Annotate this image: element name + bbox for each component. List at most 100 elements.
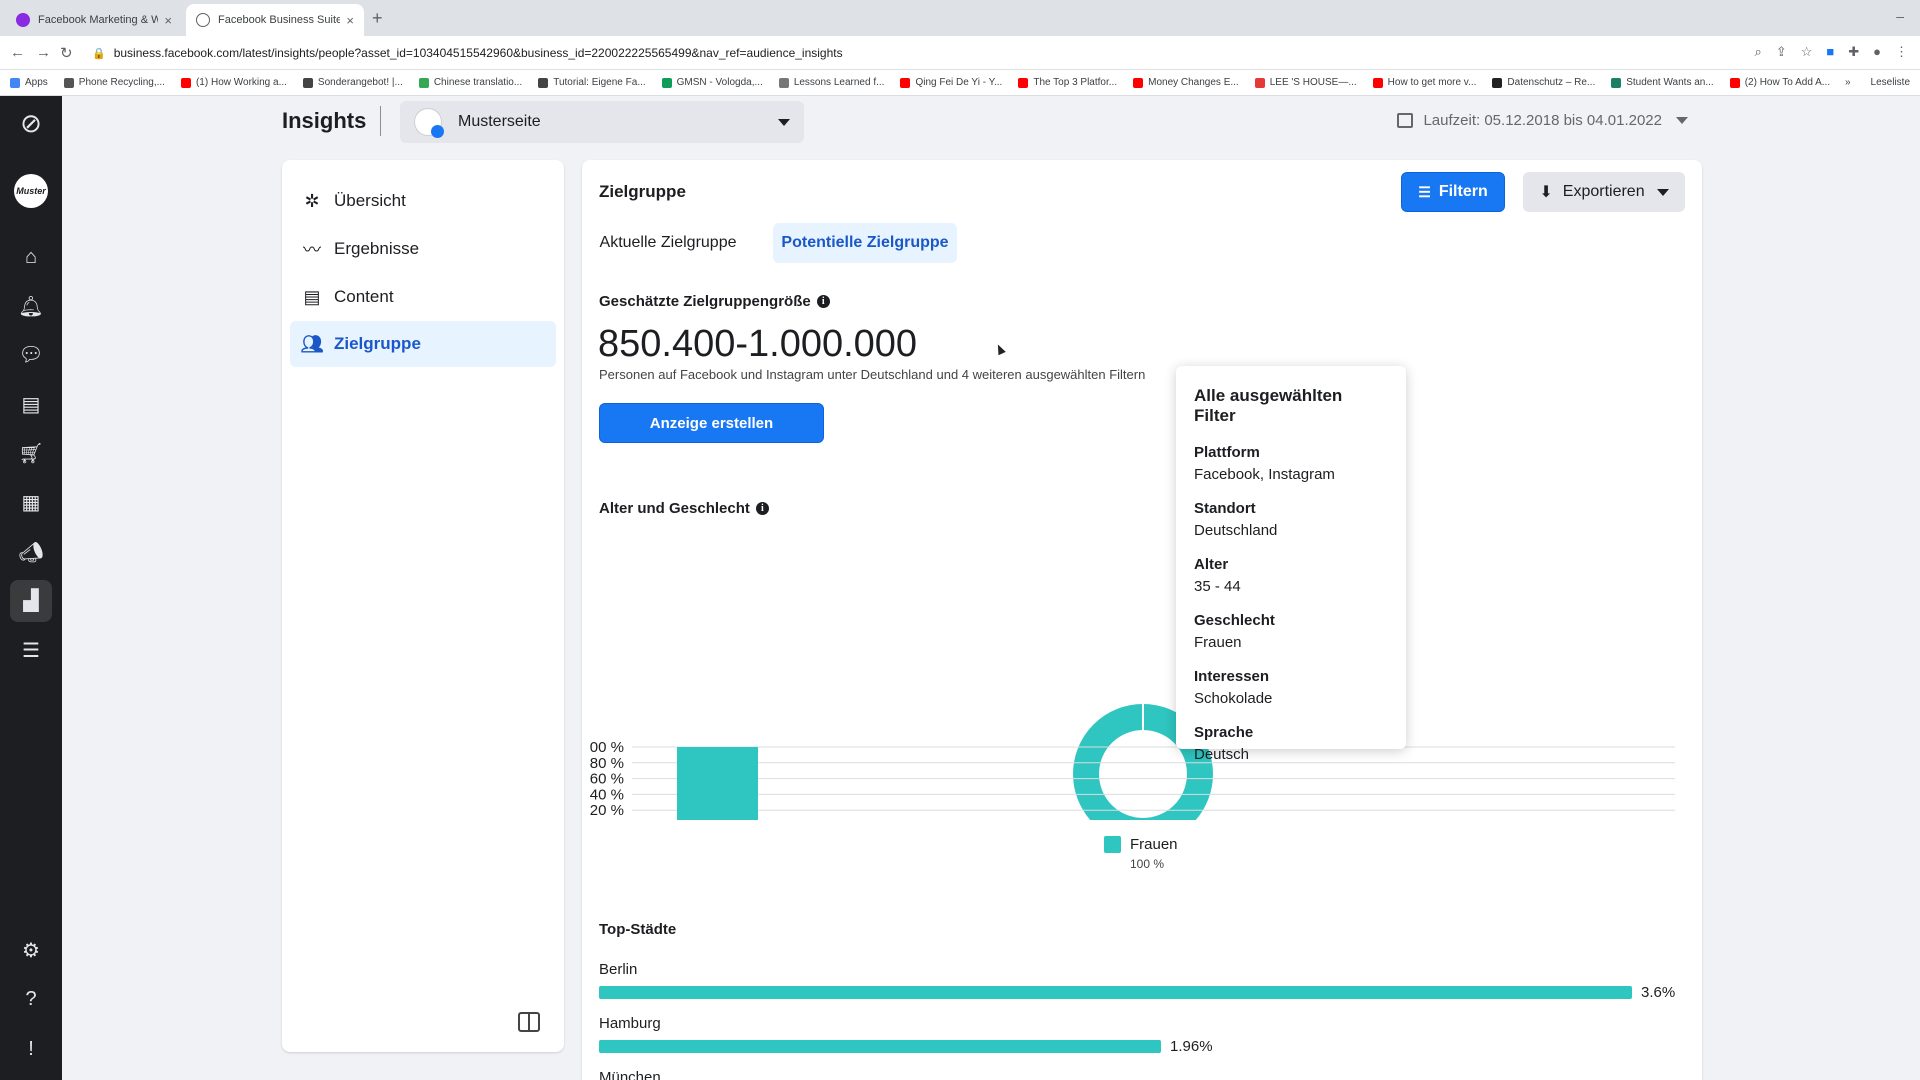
bookmark-item[interactable]: Chinese translatio... — [418, 77, 522, 88]
tab-potential-audience[interactable]: Potentielle Zielgruppe — [773, 223, 957, 263]
menu-icon[interactable]: ⋮ — [1895, 44, 1908, 60]
nav-item-content[interactable]: ▤ Content — [290, 274, 556, 320]
page-title: Insights — [282, 108, 367, 133]
date-range-picker[interactable]: Laufzeit: 05.12.2018 bis 04.01.2022 — [1397, 112, 1688, 129]
extensions-icon[interactable]: ✚ — [1848, 44, 1859, 60]
bookmark-label: Datenschutz – Re... — [1507, 77, 1596, 88]
y-tick-label: 20 % — [590, 802, 624, 819]
city-row: Berlin 3.6% — [599, 961, 1689, 1001]
nav-item-results[interactable]: 〰 Ergebnisse — [290, 226, 556, 272]
bookmark-favicon-icon — [1492, 77, 1503, 88]
bookmark-item[interactable]: Lessons Learned f... — [778, 77, 884, 88]
url-field[interactable]: 🔒 business.facebook.com/latest/insights/… — [92, 42, 1812, 64]
export-button[interactable]: ⬇ Exportieren — [1523, 172, 1685, 212]
bookmark-star-icon[interactable]: ☆ — [1801, 44, 1813, 60]
bookmark-label: LEE 'S HOUSE—... — [1269, 77, 1357, 88]
bookmark-item[interactable]: The Top 3 Platfor... — [1018, 77, 1117, 88]
city-row: München — [599, 1069, 1689, 1080]
tab-close-icon[interactable]: × — [346, 13, 354, 28]
bookmark-item[interactable]: (1) How Working a... — [180, 77, 287, 88]
age-gender-label: Alter und Geschlecht — [599, 500, 750, 517]
feedback-icon[interactable]: ! — [18, 1036, 44, 1062]
nav-item-overview[interactable]: ✲ Übersicht — [290, 178, 556, 224]
meta-logo-icon[interactable]: ⊘ — [18, 110, 44, 136]
tooltip-title: Alle ausgewählten Filter — [1194, 386, 1343, 425]
back-icon[interactable]: ← — [10, 44, 25, 61]
facebook-badge-icon — [431, 125, 444, 138]
tooltip-filter-item: Interessen Schokolade — [1194, 666, 1388, 710]
city-value: 1.96% — [1170, 1038, 1213, 1055]
chevron-down-icon — [1656, 188, 1669, 196]
bookmark-item[interactable]: Money Changes E... — [1133, 77, 1239, 88]
profile-icon[interactable]: ● — [1873, 44, 1881, 60]
filter-button[interactable]: ☰ Filtern — [1401, 172, 1505, 212]
posts-icon[interactable]: ▤ — [18, 392, 44, 418]
notifications-icon[interactable]: 🔔︎ — [18, 294, 44, 320]
more-bookmarks-icon[interactable]: » — [1845, 77, 1851, 88]
page-avatar-icon — [414, 108, 444, 138]
bookmark-item[interactable]: Qing Fei De Yi - Y... — [900, 77, 1002, 88]
info-icon[interactable]: i — [755, 502, 769, 515]
commerce-icon[interactable]: 🛒︎ — [18, 441, 44, 467]
overview-icon: ✲ — [304, 190, 320, 211]
facebook-extension-icon[interactable]: ■ — [1826, 44, 1834, 60]
share-icon[interactable]: ⇪ — [1776, 44, 1787, 60]
bookmark-item[interactable]: Phone Recycling,... — [63, 77, 165, 88]
bookmark-item[interactable]: Tutorial: Eigene Fa... — [538, 77, 646, 88]
all-tools-icon[interactable]: ☰ — [18, 638, 44, 664]
age-gender-chart: 00 %80 %60 %40 %20 %0 % — [590, 704, 1675, 820]
tab-current-audience[interactable]: Aktuelle Zielgruppe — [585, 223, 751, 263]
settings-icon[interactable]: ⚙ — [18, 938, 44, 964]
page-selector[interactable]: Musterseite — [400, 101, 804, 143]
reading-list-button[interactable]: Leseliste — [1871, 77, 1910, 88]
bookmark-favicon-icon — [302, 77, 313, 88]
create-ad-button[interactable]: Anzeige erstellen — [599, 403, 824, 443]
bookmark-item[interactable]: Student Wants an... — [1611, 77, 1714, 88]
calendar-icon — [1397, 113, 1414, 128]
zoom-icon[interactable]: ⌕ — [1755, 44, 1762, 60]
filter-value: Facebook, Instagram — [1194, 466, 1335, 483]
bookmark-item[interactable]: Datenschutz – Re... — [1492, 77, 1595, 88]
bookmark-item[interactable]: Apps — [10, 77, 48, 88]
inbox-icon[interactable]: 💬︎ — [18, 342, 44, 368]
bookmark-label: GMSN - Vologda,... — [676, 77, 763, 88]
window-minimize-icon[interactable]: – — [1896, 8, 1904, 24]
tooltip-filter-item: Plattform Facebook, Instagram — [1194, 442, 1388, 486]
nav-item-audience[interactable]: 👥︎ Zielgruppe — [290, 321, 556, 367]
help-icon[interactable]: ? — [18, 986, 44, 1012]
page-avatar[interactable]: Muster — [14, 174, 48, 208]
info-icon[interactable]: i — [816, 295, 830, 308]
home-icon[interactable]: ⌂ — [18, 244, 44, 270]
filter-value: Frauen — [1194, 634, 1242, 651]
bookmark-item[interactable]: LEE 'S HOUSE—... — [1254, 77, 1357, 88]
bookmark-favicon-icon — [1729, 77, 1740, 88]
new-tab-icon[interactable]: + — [372, 8, 383, 29]
browser-tab-active[interactable]: Facebook Business Suite × — [186, 4, 364, 36]
bookmark-item[interactable]: Sonderangebot! |... — [302, 77, 403, 88]
reload-icon[interactable]: ↻ — [60, 44, 73, 62]
filter-key: Interessen — [1194, 668, 1270, 685]
tab-favicon-icon — [16, 13, 30, 27]
tab-title: Facebook Business Suite — [218, 14, 341, 26]
address-bar-row: ← → ↻ 🔒 business.facebook.com/latest/ins… — [0, 36, 1920, 70]
bookmark-item[interactable]: How to get more v... — [1372, 77, 1476, 88]
age-gender-heading: Alter und Geschlecht i — [599, 500, 769, 517]
bookmark-favicon-icon — [1611, 77, 1622, 88]
tab-close-icon[interactable]: × — [164, 13, 172, 28]
bookmark-item[interactable]: (2) How To Add A... — [1729, 77, 1830, 88]
forward-icon[interactable]: → — [36, 44, 51, 61]
legend-swatch — [1104, 836, 1121, 853]
planner-icon[interactable]: ▦ — [18, 490, 44, 516]
bookmarks-bar: Apps Phone Recycling,... (1) How Working a… — [0, 70, 1920, 96]
insights-icon[interactable]: ▟ — [10, 580, 52, 622]
section-title: Zielgruppe — [599, 182, 686, 201]
collapse-sidebar-icon[interactable] — [518, 1012, 540, 1032]
bookmark-item[interactable]: GMSN - Vologda,... — [661, 77, 763, 88]
bookmark-label: Phone Recycling,... — [78, 77, 165, 88]
filter-value: Schokolade — [1194, 690, 1273, 707]
filter-value: Deutsch — [1194, 746, 1250, 763]
filter-value: Deutschland — [1194, 522, 1278, 539]
ads-icon[interactable]: 📣︎ — [18, 540, 44, 566]
bookmark-label: Sonderangebot! |... — [317, 77, 403, 88]
browser-tab[interactable]: Facebook Marketing & Werbe... × — [6, 4, 182, 36]
